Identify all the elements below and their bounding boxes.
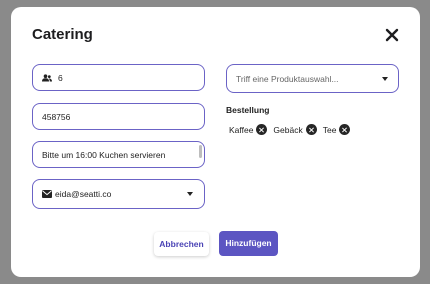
note-scrollbar[interactable]	[199, 145, 202, 158]
close-icon[interactable]	[384, 27, 400, 43]
order-chip: Kaffee	[229, 124, 268, 135]
email-select[interactable]: eida@seatti.co	[32, 179, 205, 209]
order-chip-label: Kaffee	[229, 124, 254, 135]
order-chip: Gebäck	[273, 124, 317, 135]
product-select[interactable]: Triff eine Produktauswahl...	[226, 64, 399, 93]
remove-circle-icon[interactable]	[256, 124, 268, 135]
cost-center-field[interactable]: 458756	[32, 103, 205, 130]
product-placeholder: Triff eine Produktauswahl...	[236, 73, 339, 84]
cancel-button[interactable]: Abbrechen	[154, 232, 209, 256]
catering-dialog: Catering 6 458756 Bitte um 16:00 Kuchen …	[11, 7, 420, 277]
guests-field[interactable]: 6	[32, 64, 205, 91]
email-value: eida@seatti.co	[55, 189, 112, 199]
chevron-down-icon	[187, 192, 193, 196]
order-chip-label: Tee	[322, 124, 337, 135]
order-heading: Bestellung	[226, 105, 270, 115]
note-textarea[interactable]: Bitte um 16:00 Kuchen servieren	[32, 141, 205, 168]
remove-circle-icon[interactable]	[339, 124, 351, 135]
order-chip-label: Gebäck	[273, 124, 303, 135]
dialog-title: Catering	[32, 26, 93, 43]
order-chip: Tee	[323, 124, 351, 135]
mail-icon	[42, 190, 52, 198]
add-button[interactable]: Hinzufügen	[219, 231, 278, 256]
chevron-down-icon	[382, 76, 388, 81]
people-icon	[42, 73, 52, 81]
note-value: Bitte um 16:00 Kuchen servieren	[42, 149, 166, 160]
cost-center-value: 458756	[42, 111, 71, 122]
order-items: Kaffee Gebäck Tee	[229, 124, 351, 135]
remove-circle-icon[interactable]	[305, 124, 317, 135]
guests-value: 6	[58, 72, 63, 83]
